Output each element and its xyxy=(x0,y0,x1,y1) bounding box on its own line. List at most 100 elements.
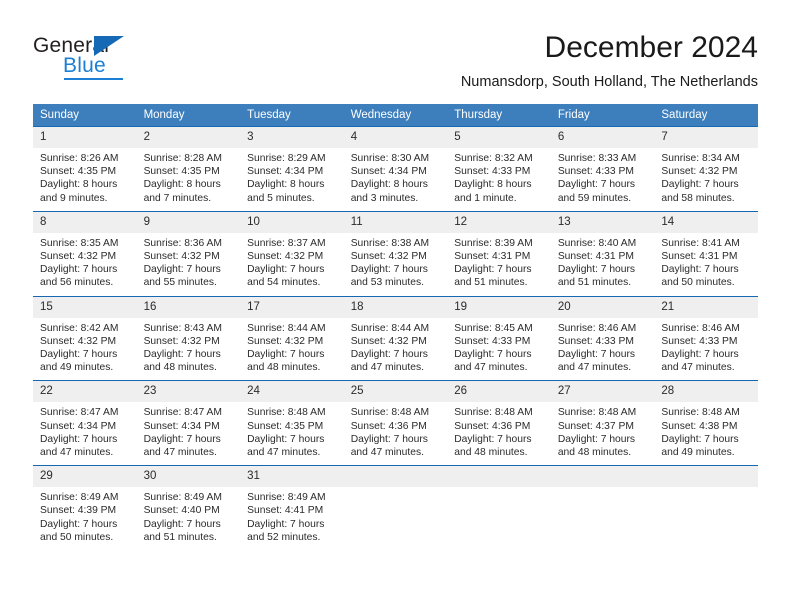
day-number: 3 xyxy=(240,127,344,148)
day-number: 2 xyxy=(136,127,241,148)
day-cell[interactable]: 19 Sunrise: 8:45 AM Sunset: 4:33 PM Dayl… xyxy=(447,295,551,381)
day-cell-empty xyxy=(550,465,655,551)
daylight-text: Daylight: 7 hours and 47 minutes. xyxy=(40,433,118,459)
day-details: Sunrise: 8:42 AM Sunset: 4:32 PM Dayligh… xyxy=(33,318,137,381)
sunrise-text: Sunrise: 8:45 AM xyxy=(454,322,533,334)
sunrise-text: Sunrise: 8:48 AM xyxy=(661,407,740,419)
sunset-text: Sunset: 4:33 PM xyxy=(661,335,738,347)
day-cell[interactable]: 21 Sunrise: 8:46 AM Sunset: 4:33 PM Dayl… xyxy=(654,295,758,381)
calendar-body: 1 Sunrise: 8:26 AM Sunset: 4:35 PM Dayli… xyxy=(33,126,758,551)
day-details: Sunrise: 8:44 AM Sunset: 4:32 PM Dayligh… xyxy=(344,318,448,381)
sunset-text: Sunset: 4:41 PM xyxy=(247,505,324,517)
daylight-text: Daylight: 7 hours and 59 minutes. xyxy=(557,179,636,204)
day-cell[interactable]: 15 Sunrise: 8:42 AM Sunset: 4:32 PM Dayl… xyxy=(33,295,137,381)
sunrise-text: Sunrise: 8:38 AM xyxy=(350,237,430,249)
day-details: Sunrise: 8:48 AM Sunset: 4:36 PM Dayligh… xyxy=(344,402,448,465)
sunset-text: Sunset: 4:31 PM xyxy=(557,251,634,263)
day-details: Sunrise: 8:48 AM Sunset: 4:36 PM Dayligh… xyxy=(447,402,551,465)
day-cell[interactable]: 1 Sunrise: 8:26 AM Sunset: 4:35 PM Dayli… xyxy=(33,126,137,212)
day-details xyxy=(447,487,551,549)
day-number: 1 xyxy=(33,127,137,148)
sunset-text: Sunset: 4:31 PM xyxy=(454,251,531,263)
day-details: Sunrise: 8:41 AM Sunset: 4:31 PM Dayligh… xyxy=(654,233,758,296)
day-number: 13 xyxy=(550,211,655,233)
sunset-text: Sunset: 4:34 PM xyxy=(350,166,427,178)
day-cell[interactable]: 25 Sunrise: 8:48 AM Sunset: 4:36 PM Dayl… xyxy=(343,380,448,466)
day-cell[interactable]: 17 Sunrise: 8:44 AM Sunset: 4:32 PM Dayl… xyxy=(240,295,344,381)
daylight-text: Daylight: 8 hours and 9 minutes. xyxy=(40,179,118,204)
day-cell[interactable]: 4 Sunrise: 8:30 AM Sunset: 4:34 PM Dayli… xyxy=(343,126,448,212)
day-cell[interactable]: 23 Sunrise: 8:47 AM Sunset: 4:34 PM Dayl… xyxy=(136,380,241,466)
day-details: Sunrise: 8:46 AM Sunset: 4:33 PM Dayligh… xyxy=(551,318,655,381)
day-cell[interactable]: 26 Sunrise: 8:48 AM Sunset: 4:36 PM Dayl… xyxy=(447,380,551,466)
sunrise-text: Sunrise: 8:35 AM xyxy=(40,237,119,249)
day-cell[interactable]: 20 Sunrise: 8:46 AM Sunset: 4:33 PM Dayl… xyxy=(550,295,655,381)
daylight-text: Daylight: 7 hours and 48 minutes. xyxy=(143,349,221,374)
day-details: Sunrise: 8:28 AM Sunset: 4:35 PM Dayligh… xyxy=(137,148,241,211)
page-subtitle: Numansdorp, South Holland, The Netherlan… xyxy=(460,74,758,90)
day-number: 27 xyxy=(550,381,655,403)
page-title: December 2024 xyxy=(544,31,758,64)
daylight-text: Daylight: 8 hours and 7 minutes. xyxy=(143,179,221,204)
day-cell[interactable]: 7 Sunrise: 8:34 AM Sunset: 4:32 PM Dayli… xyxy=(654,126,758,212)
day-cell[interactable]: 31 Sunrise: 8:49 AM Sunset: 4:41 PM Dayl… xyxy=(240,465,344,551)
sunrise-text: Sunrise: 8:44 AM xyxy=(247,322,326,334)
day-cell[interactable]: 10 Sunrise: 8:37 AM Sunset: 4:32 PM Dayl… xyxy=(240,210,344,297)
day-cell[interactable]: 8 Sunrise: 8:35 AM Sunset: 4:32 PM Dayli… xyxy=(33,210,137,297)
logo-text-blue: Blue xyxy=(63,54,106,77)
day-cell[interactable]: 29 Sunrise: 8:49 AM Sunset: 4:39 PM Dayl… xyxy=(33,465,137,551)
sunrise-text: Sunrise: 8:43 AM xyxy=(143,322,222,334)
day-number: 22 xyxy=(33,381,137,403)
day-cell[interactable]: 14 Sunrise: 8:41 AM Sunset: 4:31 PM Dayl… xyxy=(654,210,758,297)
sunrise-text: Sunrise: 8:42 AM xyxy=(40,322,119,334)
daylight-text: Daylight: 7 hours and 51 minutes. xyxy=(143,518,221,543)
daylight-text: Daylight: 7 hours and 47 minutes. xyxy=(350,433,428,459)
day-cell[interactable]: 6 Sunrise: 8:33 AM Sunset: 4:33 PM Dayli… xyxy=(550,126,655,212)
day-cell[interactable]: 28 Sunrise: 8:48 AM Sunset: 4:38 PM Dayl… xyxy=(654,380,758,466)
daylight-text: Daylight: 7 hours and 47 minutes. xyxy=(557,349,636,374)
weekday-header-thursday: Thursday xyxy=(447,104,551,127)
weekday-header-tuesday: Tuesday xyxy=(240,104,344,127)
logo-underline xyxy=(64,78,123,80)
sunset-text: Sunset: 4:32 PM xyxy=(40,335,117,347)
daylight-text: Daylight: 7 hours and 47 minutes. xyxy=(454,349,532,374)
sunrise-text: Sunrise: 8:28 AM xyxy=(143,153,222,164)
day-cell[interactable]: 9 Sunrise: 8:36 AM Sunset: 4:32 PM Dayli… xyxy=(136,210,241,297)
day-cell[interactable]: 5 Sunrise: 8:32 AM Sunset: 4:33 PM Dayli… xyxy=(447,126,551,212)
daylight-text: Daylight: 7 hours and 55 minutes. xyxy=(143,264,221,289)
day-cell[interactable]: 12 Sunrise: 8:39 AM Sunset: 4:31 PM Dayl… xyxy=(447,210,551,297)
day-number: 31 xyxy=(240,466,344,488)
day-cell[interactable]: 22 Sunrise: 8:47 AM Sunset: 4:34 PM Dayl… xyxy=(33,380,137,466)
sunrise-text: Sunrise: 8:49 AM xyxy=(143,492,222,504)
sunrise-text: Sunrise: 8:26 AM xyxy=(40,153,119,164)
day-number: 10 xyxy=(240,211,344,233)
sunrise-text: Sunrise: 8:44 AM xyxy=(350,322,430,334)
sunrise-text: Sunrise: 8:36 AM xyxy=(143,237,222,249)
day-cell[interactable]: 24 Sunrise: 8:48 AM Sunset: 4:35 PM Dayl… xyxy=(240,380,344,466)
triangle-icon xyxy=(94,36,124,56)
day-number: 17 xyxy=(240,296,344,318)
day-cell[interactable]: 18 Sunrise: 8:44 AM Sunset: 4:32 PM Dayl… xyxy=(343,295,448,381)
daylight-text: Daylight: 7 hours and 51 minutes. xyxy=(557,264,636,289)
day-cell[interactable]: 13 Sunrise: 8:40 AM Sunset: 4:31 PM Dayl… xyxy=(550,210,655,297)
day-number: 5 xyxy=(447,127,551,148)
day-details: Sunrise: 8:40 AM Sunset: 4:31 PM Dayligh… xyxy=(551,233,655,296)
day-cell[interactable]: 11 Sunrise: 8:38 AM Sunset: 4:32 PM Dayl… xyxy=(343,210,448,297)
day-cell[interactable]: 2 Sunrise: 8:28 AM Sunset: 4:35 PM Dayli… xyxy=(136,126,241,212)
sunset-text: Sunset: 4:32 PM xyxy=(143,251,220,263)
day-cell[interactable]: 27 Sunrise: 8:48 AM Sunset: 4:37 PM Dayl… xyxy=(550,380,655,466)
day-cell[interactable]: 30 Sunrise: 8:49 AM Sunset: 4:40 PM Dayl… xyxy=(136,465,241,551)
daylight-text: Daylight: 7 hours and 48 minutes. xyxy=(247,349,325,374)
day-details xyxy=(654,487,758,549)
sunset-text: Sunset: 4:33 PM xyxy=(557,166,634,178)
day-cell[interactable]: 16 Sunrise: 8:43 AM Sunset: 4:32 PM Dayl… xyxy=(136,295,241,381)
day-number: 9 xyxy=(136,211,241,233)
daylight-text: Daylight: 7 hours and 48 minutes. xyxy=(557,433,636,459)
title-block: December 2024 Numansdorp, South Holland,… xyxy=(461,30,758,92)
day-cell[interactable]: 3 Sunrise: 8:29 AM Sunset: 4:34 PM Dayli… xyxy=(240,126,344,212)
sunset-text: Sunset: 4:33 PM xyxy=(454,335,531,347)
weekday-header-sunday: Sunday xyxy=(33,104,137,127)
day-details: Sunrise: 8:38 AM Sunset: 4:32 PM Dayligh… xyxy=(344,233,448,296)
sunset-text: Sunset: 4:35 PM xyxy=(143,166,220,178)
sunset-text: Sunset: 4:35 PM xyxy=(247,420,324,432)
